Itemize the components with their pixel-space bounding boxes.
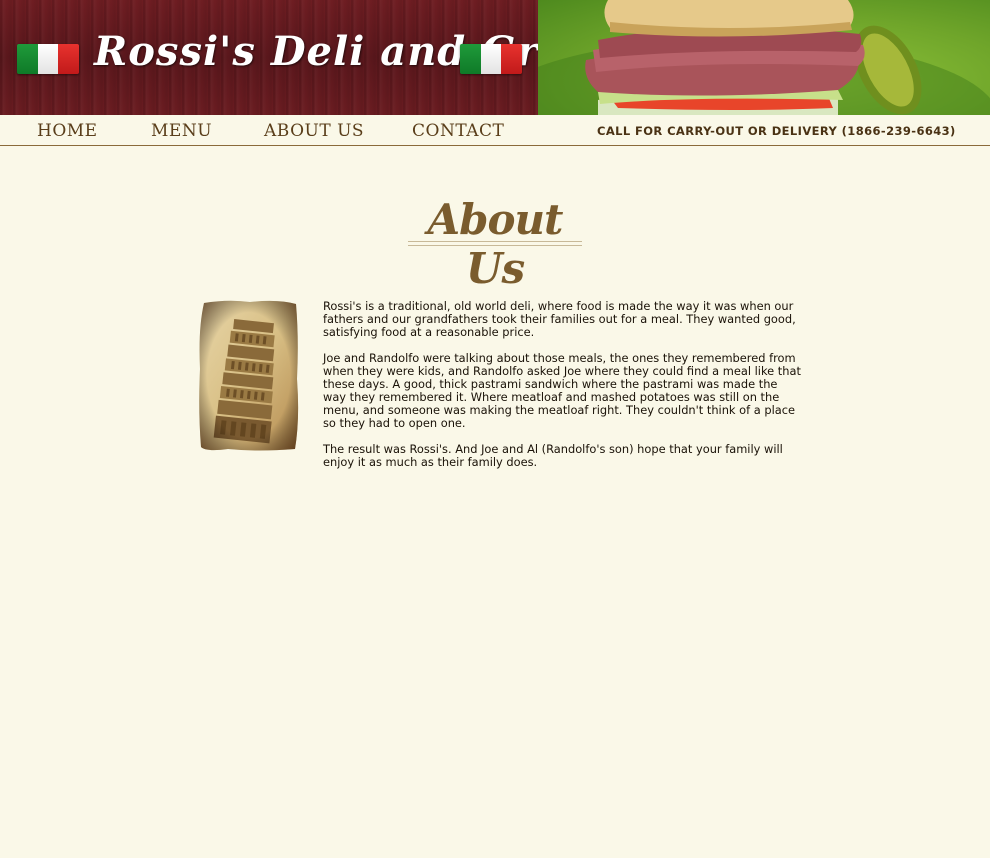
italian-flag-icon <box>460 44 522 74</box>
main-nav: HOME MENU ABOUT US CONTACT CALL FOR CARR… <box>0 115 990 146</box>
delivery-callout: CALL FOR CARRY-OUT OR DELIVERY (1866-239… <box>597 124 956 138</box>
site-header: Rossi's Deli and Grill <box>0 0 990 115</box>
sandwich-photo <box>538 0 990 115</box>
about-content: Rossi's is a traditional, old world deli… <box>323 300 801 482</box>
nav-home-link[interactable]: HOME <box>37 121 98 141</box>
sandwich-illustration <box>538 0 990 115</box>
leaning-tower-image <box>198 299 300 452</box>
about-paragraph: Rossi's is a traditional, old world deli… <box>323 299 796 339</box>
site-logo[interactable]: Rossi's Deli and Grill <box>94 28 586 88</box>
header-banner: Rossi's Deli and Grill <box>0 0 586 115</box>
nav-contact-link[interactable]: CONTACT <box>412 121 504 141</box>
nav-about-us-link[interactable]: ABOUT US <box>264 121 364 141</box>
nav-menu-link[interactable]: MENU <box>151 121 212 141</box>
about-paragraph: Joe and Randolfo were talking about thos… <box>323 351 801 430</box>
title-underline <box>408 241 582 246</box>
about-paragraph: The result was Rossi's. And Joe and Al (… <box>323 442 783 469</box>
italian-flag-icon <box>17 44 79 74</box>
